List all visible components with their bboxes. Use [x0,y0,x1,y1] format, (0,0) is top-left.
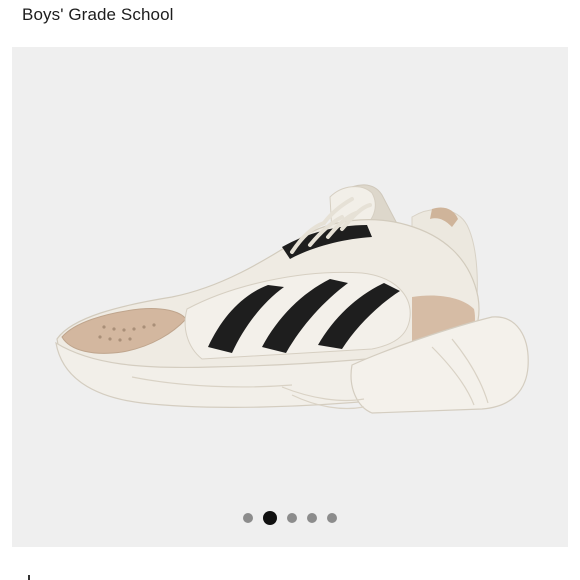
gallery-pagination [12,508,568,528]
gallery-dot-3[interactable] [287,513,297,523]
gallery-dot-4[interactable] [307,513,317,523]
product-page: Boys' Grade School [0,0,580,580]
cut-off-text-fragment [28,575,30,580]
product-shoe-image [55,184,529,414]
product-image-gallery[interactable] [12,47,568,547]
gallery-dot-5[interactable] [327,513,337,523]
product-title-fragment [150,0,164,4]
gallery-dot-2-active[interactable] [263,511,277,525]
gallery-dot-1[interactable] [243,513,253,523]
product-subtitle: Boys' Grade School [22,5,174,24]
